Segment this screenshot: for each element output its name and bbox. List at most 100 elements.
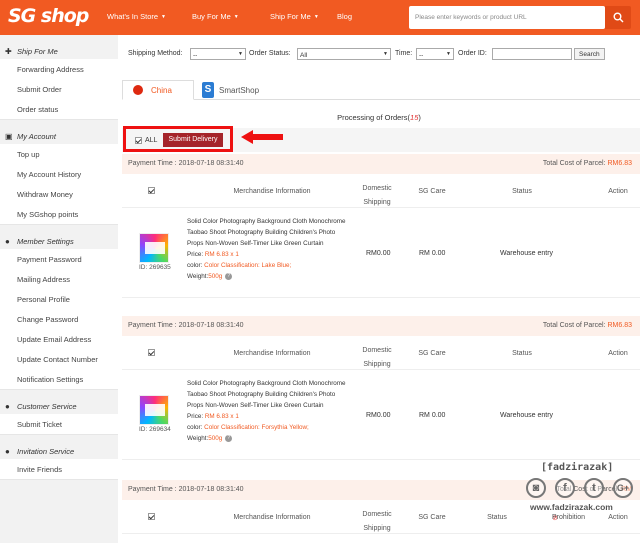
nav-whats-in-store[interactable]: What's In Store ▼	[107, 12, 166, 21]
help-icon[interactable]: ?	[225, 272, 233, 280]
search-input[interactable]: Please enter keywords or product URL	[409, 6, 605, 29]
sidebar-heading: ✚ Ship For Me	[0, 35, 118, 59]
user-icon: ●	[5, 446, 10, 456]
column-merchandise: Merchandise Information	[233, 514, 311, 521]
order-columns-header: Merchandise Information Domestic Shippin…	[122, 174, 640, 208]
camera-icon: ◙	[526, 478, 546, 498]
order-item-row: ID: 269634 Solid Color Photography Backg…	[122, 370, 640, 460]
shipping-method-label: Shipping Method:	[128, 50, 183, 57]
sidebar-section-customer-service: ● Customer Service Submit Ticket	[0, 390, 118, 435]
product-price: Price: RM 6.83 x 1	[187, 413, 239, 420]
column-sg-care: SG Care	[418, 350, 446, 357]
watermark-site: www.fadzirazak.com	[530, 502, 613, 512]
processing-orders-title: Processing of Orders(15)	[337, 113, 421, 122]
chevron-down-icon: ▼	[161, 14, 166, 20]
column-sg-care: SG Care	[418, 188, 446, 195]
product-color: color: Color Classification: Forsythia Y…	[187, 424, 309, 431]
search-icon	[613, 12, 624, 23]
product-weight: Weight:500g?	[187, 433, 347, 444]
product-title[interactable]: Solid Color Photography Background Cloth…	[187, 378, 347, 411]
sidebar-item-update-email[interactable]: Update Email Address	[0, 329, 118, 349]
column-domestic-shipping: Domestic Shipping	[362, 511, 392, 532]
sidebar-item-forwarding-address[interactable]: Forwarding Address	[0, 59, 118, 79]
time-select[interactable]: -- ▼	[416, 48, 454, 60]
sidebar-item-top-up[interactable]: Top up	[0, 144, 118, 164]
search-orders-button[interactable]: Search	[574, 48, 605, 60]
sidebar-item-withdraw-money[interactable]: Withdraw Money	[0, 184, 118, 204]
product-thumbnail[interactable]	[139, 395, 169, 425]
parcel-total: Total Cost of Parcel: RM6.83	[542, 322, 632, 329]
order-card: Payment Time : 2018-07-18 08:31:40 Total…	[122, 154, 640, 298]
order-status-select[interactable]: All ▼	[297, 48, 391, 60]
sidebar-item-sgshop-points[interactable]: My SGshop points	[0, 204, 118, 224]
order-header: Payment Time : 2018-07-18 08:31:40 Total…	[122, 154, 640, 174]
domestic-shipping-value: RM0.00	[366, 250, 391, 257]
china-flag-icon	[133, 85, 143, 95]
chat-icon: ●	[5, 401, 10, 411]
product-thumbnail[interactable]	[139, 233, 169, 263]
column-sg-care: SG Care	[418, 514, 446, 521]
sidebar-heading: ● Customer Service	[0, 390, 118, 414]
product-price: Price: RM 6.83 x 1	[187, 251, 239, 258]
column-domestic-shipping: Domestic Shipping	[362, 347, 392, 368]
search-button[interactable]	[605, 6, 631, 29]
sidebar-section-ship-for-me: ✚ Ship For Me Forwarding Address Submit O…	[0, 35, 118, 120]
product-color: color: Color Classification: Lake Blue;	[187, 262, 292, 269]
sidebar-item-payment-password[interactable]: Payment Password	[0, 249, 118, 269]
plus-icon: ✚	[5, 46, 12, 56]
nav-buy-for-me[interactable]: Buy For Me ▼	[192, 12, 239, 21]
sidebar-item-notification-settings[interactable]: Notification Settings	[0, 369, 118, 389]
payment-time: Payment Time : 2018-07-18 08:31:40	[128, 322, 244, 329]
status-value: Warehouse entry	[500, 250, 554, 257]
sidebar-item-update-contact[interactable]: Update Contact Number	[0, 349, 118, 369]
time-label: Time:	[395, 50, 413, 57]
sidebar-item-change-password[interactable]: Change Password	[0, 309, 118, 329]
tab-smartshop[interactable]: S SmartShop	[202, 80, 259, 100]
column-status: Status	[512, 350, 532, 357]
product-description: Solid Color Photography Background Cloth…	[187, 378, 347, 444]
order-header: Payment Time : 2018-07-18 08:31:40 Total…	[122, 316, 640, 336]
filter-bar: Shipping Method: -- ▼ Order Status: All ▼ …	[118, 47, 640, 61]
sidebar-item-invite-friends[interactable]: Invite Friends	[0, 459, 118, 479]
sidebar-item-submit-ticket[interactable]: Submit Ticket	[0, 414, 118, 434]
help-icon[interactable]: ?	[225, 434, 233, 442]
order-item-row: ID: 269635 Solid Color Photography Backg…	[122, 208, 640, 298]
order-id-input[interactable]	[492, 48, 572, 60]
product-id: ID: 269634	[139, 426, 171, 433]
sidebar-item-order-status[interactable]: Order status	[0, 99, 118, 119]
product-title[interactable]: Solid Color Photography Background Cloth…	[187, 216, 347, 249]
sidebar-section-my-account: ▣ My Account Top up My Account History Wi…	[0, 120, 118, 225]
column-action: Action	[608, 188, 628, 195]
chevron-down-icon: ▼	[313, 14, 319, 20]
product-weight: Weight:500g?	[187, 271, 347, 282]
sidebar-heading: ▣ My Account	[0, 120, 118, 144]
watermark: [fadzirazak] ◙ f t G+ www.fadzirazak.com	[524, 462, 640, 532]
sg-care-value: RM 0.00	[419, 412, 446, 419]
sgshop-logo[interactable]: SG shop	[8, 5, 89, 27]
column-status: Status	[512, 188, 532, 195]
sidebar-item-account-history[interactable]: My Account History	[0, 164, 118, 184]
nav-ship-for-me[interactable]: Ship For Me ▼	[270, 12, 319, 21]
tab-china[interactable]: China	[122, 80, 194, 100]
order-card: Payment Time : 2018-07-18 08:31:40 Total…	[122, 316, 640, 460]
top-nav-bar: SG shop What's In Store ▼ Buy For Me ▼ Shi…	[0, 0, 640, 35]
shipping-method-select[interactable]: -- ▼	[190, 48, 246, 60]
chevron-down-icon: ▼	[238, 51, 243, 57]
product-id: ID: 269635	[139, 264, 171, 271]
column-action: Action	[608, 350, 628, 357]
sidebar-section-member-settings: ● Member Settings Payment Password Mailin…	[0, 225, 118, 390]
chevron-down-icon: ▼	[383, 51, 388, 57]
arrow-left-icon	[241, 130, 283, 144]
sg-care-value: RM 0.00	[419, 250, 446, 257]
sidebar-item-personal-profile[interactable]: Personal Profile	[0, 289, 118, 309]
order-status-label: Order Status:	[249, 50, 291, 57]
nav-blog[interactable]: Blog	[337, 12, 352, 21]
highlight-box	[123, 126, 233, 152]
sidebar-section-invitation-service: ● Invitation Service Invite Friends	[0, 435, 118, 480]
status-value: Warehouse entry	[500, 412, 554, 419]
order-columns-header: Merchandise Information Domestic Shippin…	[122, 336, 640, 370]
column-merchandise: Merchandise Information	[233, 188, 311, 195]
sidebar-item-submit-order[interactable]: Submit Order	[0, 79, 118, 99]
sidebar-item-mailing-address[interactable]: Mailing Address	[0, 269, 118, 289]
region-tabs: China S SmartShop	[122, 80, 640, 100]
